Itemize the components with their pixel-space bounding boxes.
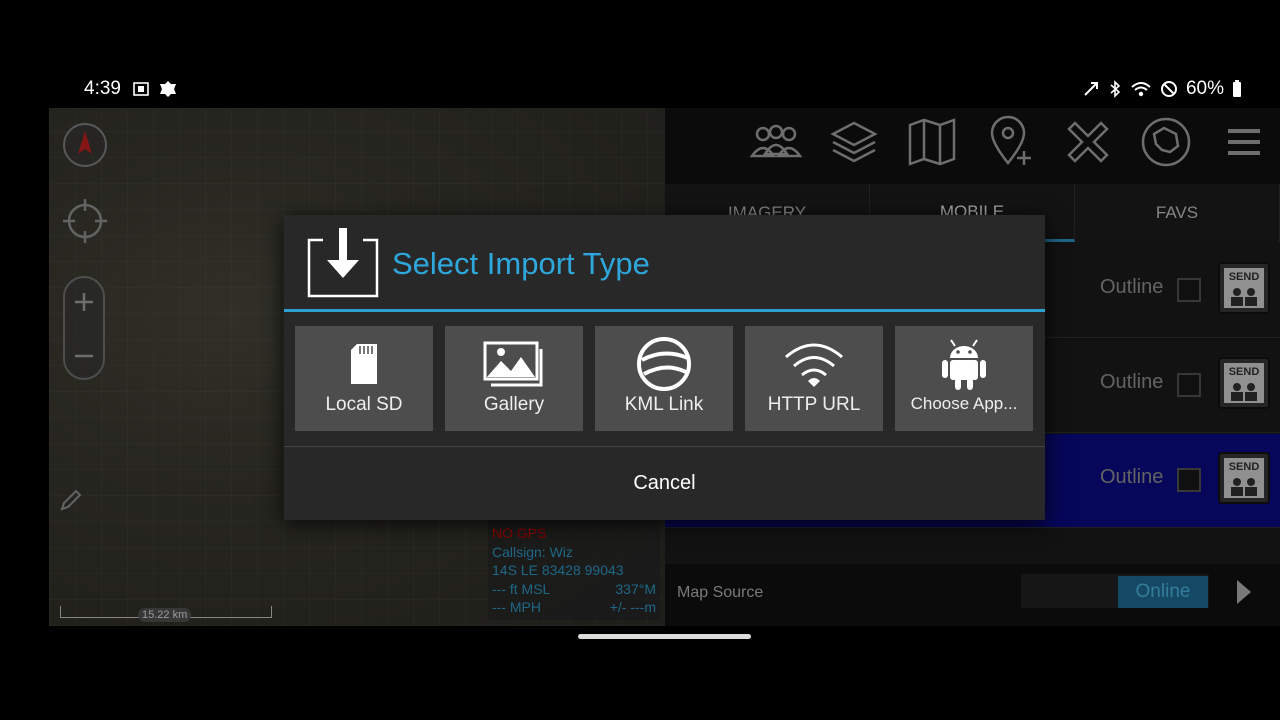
screenshot-icon bbox=[133, 82, 149, 96]
wifi-status-icon bbox=[1131, 82, 1151, 97]
gallery-icon bbox=[483, 341, 543, 387]
gesture-nav-bar[interactable] bbox=[578, 634, 751, 639]
dialog-header: Select Import Type bbox=[284, 215, 1045, 312]
choose-app-option[interactable]: Choose App... bbox=[895, 326, 1033, 433]
bluetooth-icon bbox=[1110, 80, 1121, 98]
battery-percent: 60% bbox=[1185, 78, 1224, 99]
http-url-option[interactable]: HTTP URL bbox=[745, 326, 883, 433]
battery-icon bbox=[1233, 80, 1241, 97]
kml-link-option[interactable]: KML Link bbox=[595, 326, 733, 433]
option-label: Choose App... bbox=[910, 394, 1018, 413]
sd-card-icon bbox=[351, 344, 377, 384]
option-label: HTTP URL bbox=[767, 394, 861, 415]
data-saver-icon bbox=[1084, 82, 1098, 96]
android-icon bbox=[942, 339, 986, 390]
gallery-option[interactable]: Gallery bbox=[445, 326, 583, 433]
option-label: Gallery bbox=[483, 394, 545, 415]
do-not-disturb-icon bbox=[1160, 81, 1177, 97]
option-label: KML Link bbox=[624, 394, 704, 415]
wifi-icon bbox=[785, 343, 843, 387]
import-download-icon bbox=[307, 228, 379, 298]
notification-badge-icon bbox=[160, 81, 176, 97]
status-time: 4:39 bbox=[84, 78, 121, 99]
local-sd-option[interactable]: Local SD bbox=[295, 326, 433, 433]
dialog-title: Select Import Type bbox=[392, 246, 650, 281]
status-right: 60% bbox=[1082, 78, 1242, 100]
screen: 4:39 60% 15.22 km NO GPS Callsign: Wiz 1… bbox=[0, 0, 1280, 720]
option-label: Local SD bbox=[325, 394, 403, 415]
globe-icon bbox=[637, 337, 691, 391]
import-options: Local SD Gallery KML Link HTTP URL Choos… bbox=[295, 326, 1033, 433]
cancel-button[interactable]: Cancel bbox=[284, 447, 1045, 520]
import-type-dialog: Select Import Type Local SD Gallery KML … bbox=[284, 215, 1045, 520]
status-left-icons bbox=[132, 80, 178, 98]
